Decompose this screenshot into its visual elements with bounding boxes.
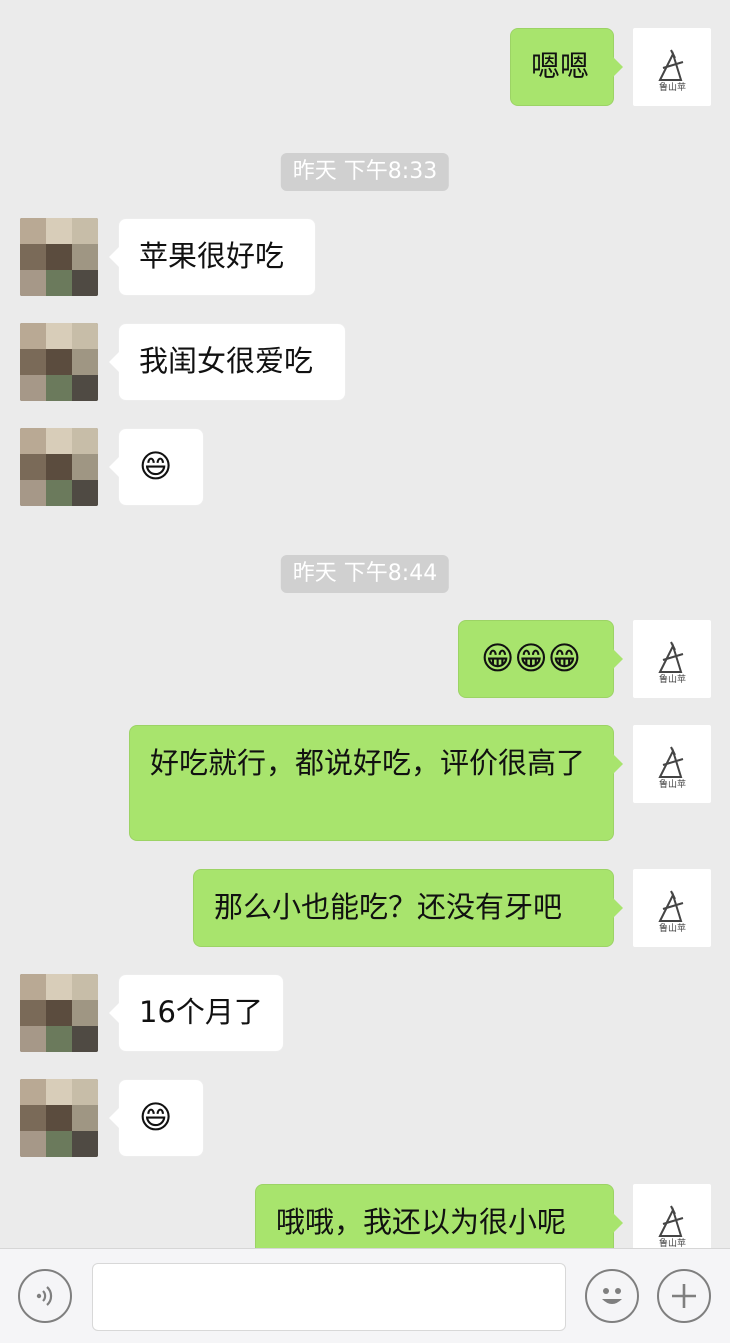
contact-avatar[interactable] (20, 428, 98, 506)
message-row: 😄 (0, 428, 730, 508)
timestamp: 昨天 下午8:33 (280, 153, 450, 191)
logo-icon: 鲁山苹 (658, 1205, 686, 1248)
logo-icon: 鲁山苹 (658, 746, 686, 790)
contact-avatar[interactable] (20, 1079, 98, 1157)
emoji-button[interactable] (585, 1269, 639, 1323)
message-text: 苹果很好吃 (139, 239, 285, 273)
contact-message-bubble[interactable]: 16个月了 (109, 974, 284, 1052)
contact-message-bubble[interactable]: 我闺女很爱吃 (109, 323, 346, 401)
message-row: 我闺女很爱吃 (0, 323, 730, 403)
smile-emoji: 😄 (139, 447, 173, 485)
logo-icon: 鲁山苹 (658, 49, 686, 93)
more-button[interactable] (657, 1269, 711, 1323)
my-message-bubble[interactable]: 好吃就行，都说好吃，评价很高了 (129, 725, 623, 841)
voice-button[interactable] (18, 1269, 72, 1323)
contact-message-bubble[interactable]: 😄 (109, 1079, 204, 1157)
logo-icon: 鲁山苹 (658, 890, 686, 934)
message-text: 好吃就行，都说好吃，评价很高了 (150, 746, 586, 780)
my-message-bubble[interactable]: 嗯嗯 (510, 28, 623, 106)
contact-avatar[interactable] (20, 323, 98, 401)
input-bar (0, 1248, 730, 1343)
message-text: 哦哦，我还以为很小呢 (276, 1205, 567, 1239)
message-text: 16个月了 (139, 995, 263, 1029)
message-text: 我闺女很爱吃 (139, 344, 314, 378)
message-text: 嗯嗯 (531, 49, 590, 83)
my-avatar[interactable]: 鲁山苹 (633, 28, 711, 106)
my-avatar[interactable]: 鲁山苹 (633, 869, 711, 947)
svg-text:鲁山苹: 鲁山苹 (659, 1237, 686, 1248)
svg-text:鲁山苹: 鲁山苹 (659, 778, 686, 790)
message-row: 那么小也能吃？还没有牙吧 鲁山苹 (0, 869, 730, 949)
message-row: 哦哦，我还以为很小呢 鲁山苹 (0, 1184, 730, 1248)
contact-message-bubble[interactable]: 苹果很好吃 (109, 218, 316, 296)
logo-icon: 鲁山苹 (658, 641, 686, 685)
grin-emoji: 😁😁😁 (481, 639, 582, 677)
message-text: 那么小也能吃？还没有牙吧 (214, 890, 563, 924)
my-avatar[interactable]: 鲁山苹 (633, 620, 711, 698)
my-avatar[interactable]: 鲁山苹 (633, 1184, 711, 1248)
message-row: 😁😁😁 鲁山苹 (0, 620, 730, 700)
message-row: 苹果很好吃 (0, 218, 730, 298)
chat-area[interactable]: 嗯嗯 鲁山苹 昨天 下午8:33 苹果很好吃 我闺女很爱吃 😄 昨天 下午8:4… (0, 0, 730, 1248)
my-message-bubble[interactable]: 😁😁😁 (458, 620, 623, 698)
svg-text:鲁山苹: 鲁山苹 (659, 673, 686, 685)
my-message-bubble[interactable]: 那么小也能吃？还没有牙吧 (193, 869, 623, 947)
emoji-icon (602, 1288, 622, 1304)
timestamp: 昨天 下午8:44 (280, 555, 450, 593)
my-avatar[interactable]: 鲁山苹 (633, 725, 711, 803)
message-row: 😄 (0, 1079, 730, 1159)
plus-icon (672, 1284, 696, 1308)
my-message-bubble[interactable]: 哦哦，我还以为很小呢 (255, 1184, 623, 1248)
message-row: 16个月了 (0, 974, 730, 1054)
message-input[interactable] (92, 1263, 566, 1331)
contact-message-bubble[interactable]: 😄 (109, 428, 204, 506)
message-row: 嗯嗯 鲁山苹 (0, 28, 730, 108)
svg-text:鲁山苹: 鲁山苹 (659, 81, 686, 93)
message-row: 好吃就行，都说好吃，评价很高了 鲁山苹 (0, 725, 730, 843)
voice-icon (36, 1286, 53, 1306)
smile-emoji: 😄 (139, 1098, 173, 1136)
svg-text:鲁山苹: 鲁山苹 (659, 922, 686, 934)
contact-avatar[interactable] (20, 218, 98, 296)
contact-avatar[interactable] (20, 974, 98, 1052)
